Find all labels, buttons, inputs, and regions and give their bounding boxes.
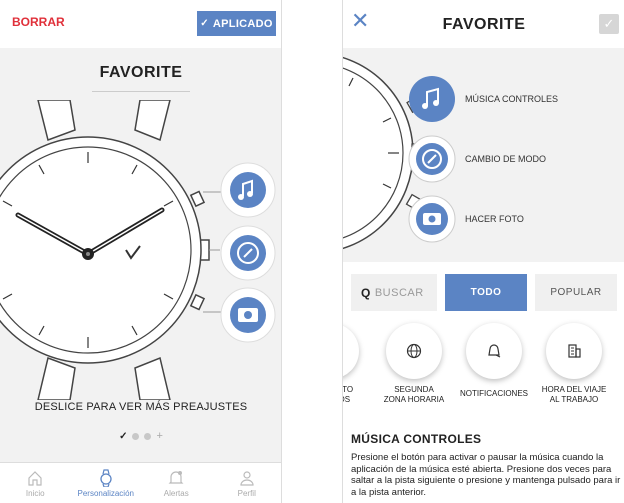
music-icon — [230, 172, 266, 208]
tab-label: Perfil — [237, 488, 256, 498]
hand-hub-center — [86, 252, 90, 256]
carousel-item-label: ZONA HORARIA — [383, 395, 445, 404]
building-icon — [568, 344, 581, 358]
music-complication-button[interactable] — [220, 162, 276, 218]
bottom-tab-bar: Inicio Personalización Alertas Perfil — [0, 462, 282, 503]
complication-label[interactable]: MÚSICA CONTROLES — [465, 94, 558, 104]
bell-icon — [168, 470, 184, 484]
watch-lug-top-left — [37, 100, 76, 141]
search-placeholder: BUSCAR — [374, 286, 424, 299]
search-field[interactable]: Q BUSCAR — [351, 274, 437, 311]
clear-button[interactable]: BORRAR — [12, 15, 65, 29]
checkmark-icon[interactable]: ✓ — [119, 431, 127, 442]
steps-icon — [343, 323, 359, 379]
customization-screen: BORRAR ✓ APLICADO FAVORITE DESLICE PARA … — [0, 0, 282, 503]
carousel-item-label: HORA DEL VIAJE — [541, 385, 607, 394]
carousel-item-second-timezone[interactable]: SEGUNDA ZONA HORARIA — [374, 323, 454, 405]
carousel-item-label: ENTO — [342, 385, 354, 394]
search-filter-row: Q BUSCAR TODO POPULAR — [351, 274, 617, 311]
carousel-item-label: NOTIFICACIONES — [459, 389, 528, 398]
complication-label[interactable]: CAMBIO DE MODO — [465, 154, 546, 164]
header-bar: BORRAR ✓ APLICADO — [0, 0, 281, 48]
applied-label: APLICADO — [212, 17, 273, 30]
tab-personalizacion[interactable]: Personalización — [71, 463, 142, 503]
music-icon — [409, 76, 455, 122]
tab-inicio[interactable]: Inicio — [0, 463, 71, 503]
tab-alertas[interactable]: Alertas — [141, 463, 212, 503]
add-page-icon[interactable]: + — [156, 430, 162, 442]
home-icon — [28, 470, 42, 486]
watch-lug-bottom-right — [134, 356, 171, 400]
watch-pusher-top — [189, 190, 206, 208]
carousel-item-label: SEGUNDA — [394, 385, 434, 394]
person-icon — [240, 470, 254, 486]
tab-label: Alertas — [163, 488, 189, 498]
carousel-item-commute[interactable]: HORA DEL VIAJE AL TRABAJO — [534, 323, 614, 405]
complication-catalog: Q BUSCAR TODO POPULAR ENTO IVOS SEGUNDA — [343, 262, 624, 503]
complication-label[interactable]: HACER FOTO — [465, 214, 524, 224]
search-icon: Q — [361, 285, 371, 300]
watch-lug-bottom-left — [37, 357, 76, 400]
description-body: Presione el botón para activar o pausar … — [351, 452, 621, 498]
carousel-item-label: IVOS — [343, 395, 351, 404]
carousel-item-notifications[interactable]: NOTIFICACIONES — [454, 323, 534, 399]
swipe-hint: DESLICE PARA VER MÁS PREAJUSTES — [34, 401, 248, 413]
preset-title: FAVORITE — [99, 64, 183, 81]
applied-button[interactable]: ✓ APLICADO — [197, 11, 276, 36]
watch-lug-top-right — [134, 100, 171, 142]
description-title: MÚSICA CONTROLES — [351, 432, 482, 446]
filter-all-button[interactable]: TODO — [445, 274, 527, 311]
notification-icon — [488, 344, 501, 358]
title-divider — [92, 91, 190, 92]
tab-label: Personalización — [77, 488, 134, 498]
globe-icon — [406, 343, 422, 359]
camera-complication-button[interactable] — [408, 195, 456, 243]
header-bar: ✕ FAVORITE ✓ — [343, 0, 624, 48]
filter-popular-button[interactable]: POPULAR — [535, 274, 617, 311]
page-indicator: ✓ + — [0, 430, 281, 442]
camera-complication-button[interactable] — [220, 287, 276, 343]
carousel-item-label: AL TRABAJO — [549, 395, 599, 404]
music-complication-button[interactable] — [409, 76, 455, 122]
preset-title: FAVORITE — [442, 16, 526, 33]
watch-icon — [100, 468, 112, 487]
page-dot[interactable] — [144, 432, 152, 440]
confirm-checkmark-icon[interactable]: ✓ — [599, 14, 619, 34]
complication-picker-screen: ✕ FAVORITE ✓ MÚSICA CONTROLES CAMBIO DE … — [342, 0, 624, 503]
tab-perfil[interactable]: Perfil — [212, 463, 282, 503]
page-dot[interactable] — [132, 432, 140, 440]
tab-label: Inicio — [25, 488, 45, 498]
watch-pusher-bottom — [189, 293, 206, 311]
mode-complication-button[interactable] — [220, 225, 276, 281]
checkmark-icon: ✓ — [200, 18, 209, 29]
carousel-item-steps[interactable]: ENTO IVOS — [342, 323, 371, 405]
complication-carousel[interactable]: ENTO IVOS SEGUNDA ZONA HORARIA NOTIFIC — [343, 323, 624, 411]
watch-illustration — [0, 100, 276, 400]
mode-complication-button[interactable] — [408, 135, 456, 183]
